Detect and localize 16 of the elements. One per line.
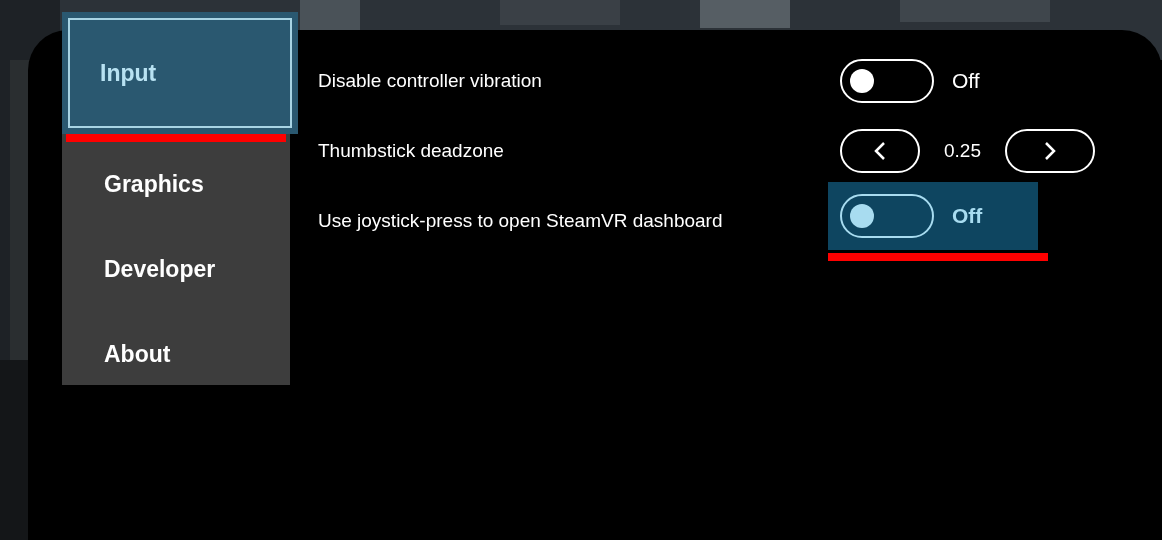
chevron-left-icon — [874, 141, 886, 161]
deadzone-value: 0.25 — [944, 138, 981, 163]
focused-setting-control[interactable]: Off — [828, 181, 1038, 250]
setting-label: Use joystick-press to open SteamVR dashboard — [318, 208, 724, 233]
increase-button[interactable] — [1005, 129, 1095, 173]
toggle-state-text: Off — [952, 202, 983, 229]
sidebar-tab[interactable]: Graphics — [62, 142, 290, 227]
setting-label: Disable controller vibration — [318, 68, 543, 93]
setting-label: Thumbstick deadzone — [318, 138, 505, 163]
toggle-state-text: Off — [952, 68, 980, 95]
chevron-right-icon — [1044, 141, 1056, 161]
toggle-switch[interactable] — [840, 193, 934, 238]
decrease-button[interactable] — [840, 129, 920, 173]
sidebar-tab[interactable]: About — [62, 312, 290, 397]
sidebar-tab[interactable]: Input — [62, 12, 298, 134]
sidebar-tab[interactable]: Developer — [62, 227, 290, 312]
